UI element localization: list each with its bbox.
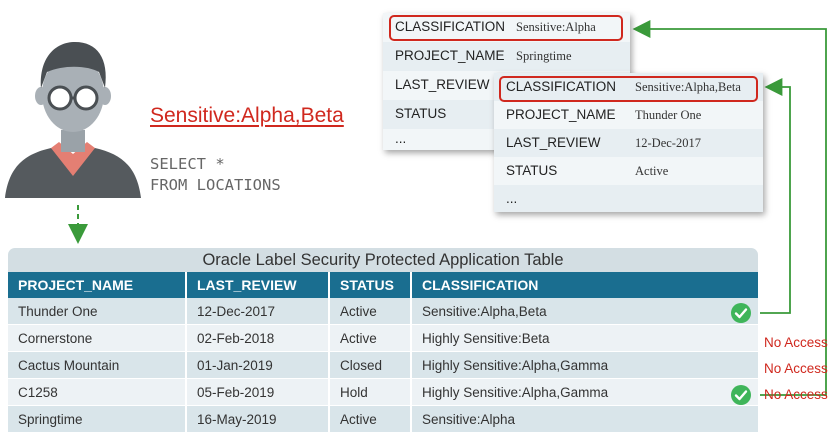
cell: Highly Sensitive:Alpha,Gamma: [411, 351, 758, 379]
column-header: STATUS: [329, 272, 412, 298]
cell: Active: [329, 405, 412, 433]
table-caption: Oracle Label Security Protected Applicat…: [8, 248, 758, 272]
card-key: ...: [506, 191, 518, 206]
card-key: PROJECT_NAME: [395, 48, 505, 63]
table-row: Springtime 16-May-2019 Active Sensitive:…: [8, 405, 758, 433]
card-row: STATUS Active: [494, 157, 763, 186]
cell: Sensitive:Alpha: [411, 405, 758, 433]
card-value: Thunder One: [635, 108, 702, 122]
cell: Cornerstone: [8, 324, 187, 352]
cell: 12-Dec-2017: [186, 298, 330, 325]
cell: 05-Feb-2019: [186, 378, 330, 406]
cell: Thunder One: [8, 298, 187, 325]
no-access-label: No Access: [764, 387, 828, 402]
cell: Hold: [329, 378, 412, 406]
cell: C1258: [8, 378, 187, 406]
cell: 16-May-2019: [186, 405, 330, 433]
classification-highlight: [389, 15, 623, 41]
card-value: 12-Dec-2017: [635, 136, 701, 150]
card-row: PROJECT_NAME Springtime: [383, 42, 630, 71]
cell: Springtime: [8, 405, 187, 433]
card-value: Springtime: [516, 49, 572, 63]
label-card-thunder-one: CLASSIFICATION Sensitive:Alpha,Beta PROJ…: [494, 73, 763, 212]
sql-query: SELECT * FROM LOCATIONS: [150, 155, 281, 194]
check-icon: [731, 303, 751, 323]
cell: 02-Feb-2018: [186, 324, 330, 352]
cell: Highly Sensitive:Beta: [411, 324, 758, 352]
user-avatar-icon: [5, 42, 141, 198]
table-row: C1258 05-Feb-2019 Hold Highly Sensitive:…: [8, 378, 758, 406]
card-key: LAST_REVIEW: [395, 77, 490, 92]
card-row: PROJECT_NAME Thunder One: [494, 101, 763, 130]
cell: Sensitive:Alpha,Beta: [411, 298, 758, 325]
cell: Active: [329, 324, 412, 352]
table-row: Thunder One 12-Dec-2017 Active Sensitive…: [8, 298, 758, 325]
check-icon: [731, 385, 751, 405]
column-header: PROJECT_NAME: [8, 272, 187, 298]
table-header-row: PROJECT_NAME LAST_REVIEW STATUS CLASSIFI…: [8, 272, 758, 298]
protected-table: Oracle Label Security Protected Applicat…: [8, 248, 758, 433]
card-key: LAST_REVIEW: [506, 135, 601, 150]
card-row: ...: [494, 185, 763, 212]
cell: Active: [329, 298, 412, 325]
cell: Closed: [329, 351, 412, 379]
thunder-one-arrow: [760, 78, 791, 314]
card-key: STATUS: [506, 163, 558, 178]
no-access-label: No Access: [764, 361, 828, 376]
user-label-set: Sensitive:Alpha,Beta: [150, 104, 344, 127]
cell: Highly Sensitive:Alpha,Gamma: [411, 378, 758, 406]
cell: Cactus Mountain: [8, 351, 187, 379]
table-row: Cornerstone 02-Feb-2018 Active Highly Se…: [8, 324, 758, 352]
classification-highlight: [499, 76, 758, 102]
card-key: STATUS: [395, 106, 447, 121]
data-table: PROJECT_NAME LAST_REVIEW STATUS CLASSIFI…: [8, 272, 758, 433]
card-value: Active: [635, 164, 669, 178]
column-header: CLASSIFICATION: [411, 272, 758, 298]
column-header: LAST_REVIEW: [186, 272, 330, 298]
card-row: LAST_REVIEW 12-Dec-2017: [494, 129, 763, 158]
table-row: Cactus Mountain 01-Jan-2019 Closed Highl…: [8, 351, 758, 379]
card-key: ...: [395, 131, 407, 146]
card-key: PROJECT_NAME: [506, 107, 616, 122]
no-access-label: No Access: [764, 335, 828, 350]
cell: 01-Jan-2019: [186, 351, 330, 379]
